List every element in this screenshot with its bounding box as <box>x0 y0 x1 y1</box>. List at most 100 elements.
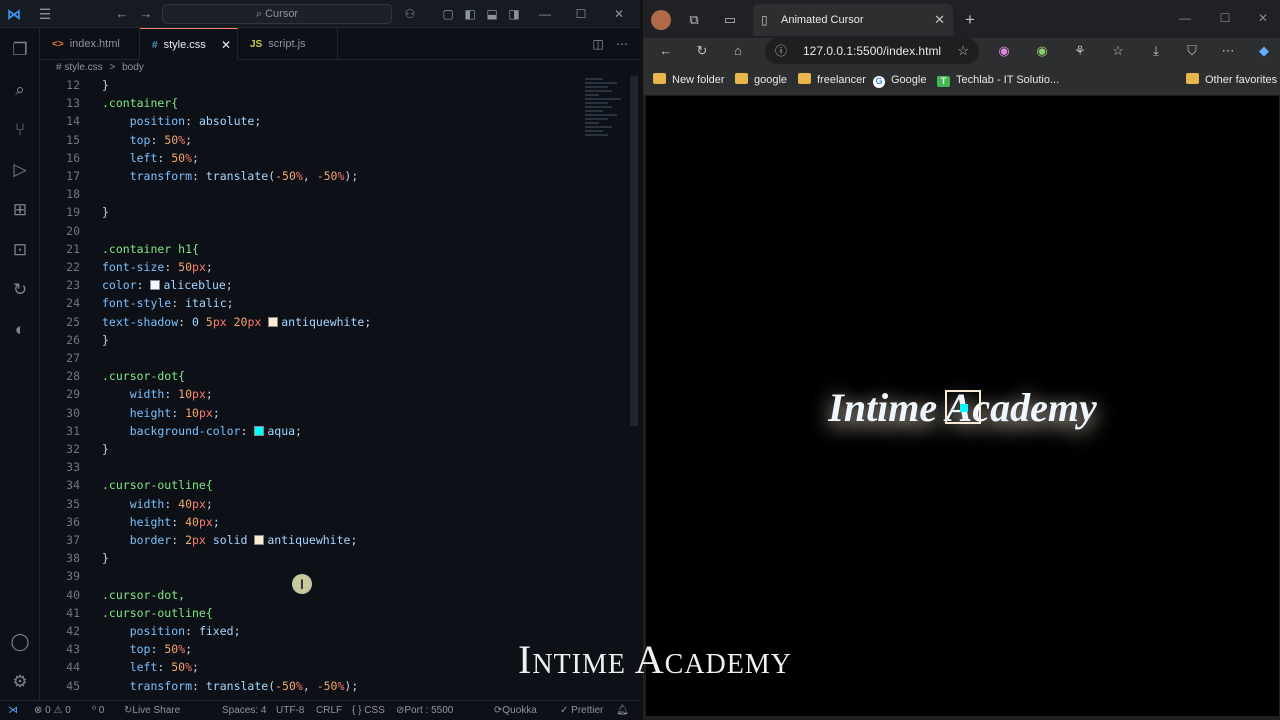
code-line[interactable]: 34 .cursor-outline{ <box>40 476 580 494</box>
account-icon[interactable]: ◯ <box>8 630 32 654</box>
back-arrow-icon[interactable]: ← <box>113 5 131 23</box>
search-icon[interactable]: ⌕ <box>8 78 32 102</box>
live-share-icon[interactable]: ↻ <box>8 278 32 302</box>
code-line[interactable]: 31 background-color: aqua; <box>40 422 580 440</box>
code-line[interactable]: 38} <box>40 549 580 567</box>
settings-gear-icon[interactable]: ⚙ <box>8 670 32 694</box>
bookmark-other-favorites[interactable]: Other favorites <box>1186 66 1277 94</box>
close-tab-icon[interactable]: ✕ <box>934 4 945 36</box>
browser-essentials-icon[interactable]: ⛉ <box>1183 42 1201 60</box>
run-debug-icon[interactable]: ▷ <box>8 158 32 182</box>
encoding-status[interactable]: UTF-8 <box>276 701 304 720</box>
toggle-panel-icon[interactable]: ⬓ <box>484 6 500 22</box>
color-swatch[interactable] <box>150 280 161 291</box>
code-line[interactable]: 16 left: 50%; <box>40 149 580 167</box>
tab-actions-icon[interactable]: ▭ <box>721 11 739 29</box>
edge-devtools-icon[interactable]: ◐ <box>8 318 32 342</box>
quokka-status[interactable]: ⟳ Quokka <box>494 701 537 720</box>
code-line[interactable]: 19} <box>40 203 580 221</box>
remote-explorer-icon[interactable]: ⊡ <box>8 238 32 262</box>
tab-style-css[interactable]: # style.css ✕ <box>140 28 238 60</box>
bookmark-freelancer[interactable]: freelancer <box>798 66 866 94</box>
code-line[interactable]: 23 color: aliceblue; <box>40 276 580 294</box>
code-line[interactable]: 35 width: 40px; <box>40 495 580 513</box>
tab-script-js[interactable]: JS script.js <box>238 28 338 60</box>
browser-tab-active[interactable]: ▯ Animated Cursor ✕ <box>753 4 953 36</box>
refresh-icon[interactable]: ↻ <box>693 42 711 60</box>
breadcrumb-file[interactable]: # style.css <box>56 62 103 73</box>
command-search-input[interactable]: ⌕ Cursor <box>162 4 392 24</box>
close-window-icon[interactable]: ✕ <box>1251 8 1275 28</box>
code-line[interactable]: 25 text-shadow: 0 5px 20px antiquewhite; <box>40 313 580 331</box>
code-line[interactable]: 36 height: 40px; <box>40 513 580 531</box>
profile-avatar[interactable] <box>651 10 671 30</box>
extensions-icon[interactable]: ⊞ <box>8 198 32 222</box>
prettier-status[interactable]: ✓ Prettier <box>560 701 603 720</box>
menu-icon[interactable]: ☰ <box>36 5 54 23</box>
bookmark-google[interactable]: G Google <box>873 66 926 94</box>
breadcrumb-node[interactable]: body <box>122 62 144 73</box>
extension-badge-icon[interactable]: ◉ <box>995 42 1013 60</box>
minimize-icon[interactable]: — <box>532 4 558 24</box>
code-line[interactable]: 12} <box>40 76 580 94</box>
code-line[interactable]: 42 position: fixed; <box>40 622 580 640</box>
code-line[interactable]: 21 .container h1{ <box>40 240 580 258</box>
indentation-status[interactable]: Spaces: 4 <box>222 701 266 720</box>
code-line[interactable]: 33 <box>40 458 580 476</box>
code-line[interactable]: 37 border: 2px solid antiquewhite; <box>40 531 580 549</box>
editor-scrollbar[interactable] <box>630 76 638 426</box>
extension-badge-icon[interactable]: ◉ <box>1033 42 1051 60</box>
language-status[interactable]: { } CSS <box>352 701 385 720</box>
explorer-icon[interactable]: ❐ <box>8 38 32 62</box>
code-editor[interactable]: 12} 13 .container{14 position: absolute; 15… <box>40 76 630 700</box>
problems-status[interactable]: ⊗ 0 ⚠ 0 <box>34 701 71 720</box>
favorite-star-icon[interactable]: ☆ <box>957 38 969 64</box>
layout-icon[interactable]: ▢ <box>440 6 456 22</box>
code-line[interactable]: 43 top: 50%; <box>40 640 580 658</box>
color-swatch[interactable] <box>254 535 265 545</box>
close-window-icon[interactable]: ✕ <box>606 4 632 24</box>
code-line[interactable]: 41 .cursor-outline{ <box>40 604 580 622</box>
ports-status[interactable]: ⁰ 0 <box>92 701 104 720</box>
code-line[interactable]: 15 top: 50%; <box>40 131 580 149</box>
downloads-icon[interactable]: ⤓ <box>1147 42 1165 60</box>
eol-status[interactable]: CRLF <box>316 701 342 720</box>
bookmark-techlab[interactable]: T Techlab - IT Solutio... <box>937 66 1059 94</box>
forward-arrow-icon[interactable]: → <box>137 5 155 23</box>
copilot-icon[interactable]: ◆ <box>1255 42 1273 60</box>
live-server-status[interactable]: ⊘ Port : 5500 <box>396 701 453 720</box>
code-line[interactable]: 27 <box>40 349 580 367</box>
workspaces-icon[interactable]: ⧉ <box>685 11 703 29</box>
code-line[interactable]: 17 transform: translate(-50%, -50%); <box>40 167 580 185</box>
close-tab-icon[interactable]: ✕ <box>221 29 231 61</box>
code-line[interactable]: 13 .container{ <box>40 94 580 112</box>
code-line[interactable]: 24 font-style: italic; <box>40 294 580 312</box>
color-swatch[interactable] <box>268 316 279 327</box>
copilot-icon[interactable]: ⚇ <box>402 6 418 22</box>
source-control-icon[interactable]: ⑂ <box>8 118 32 142</box>
home-icon[interactable]: ⌂ <box>729 42 747 60</box>
favorites-icon[interactable]: ☆ <box>1109 42 1127 60</box>
code-line[interactable]: 29 width: 10px; <box>40 385 580 403</box>
address-bar[interactable]: ⓘ 127.0.0.1:5500/index.html ☆ <box>765 38 979 64</box>
notifications-bell-icon[interactable]: 🔔︎ <box>616 701 629 720</box>
split-editor-icon[interactable]: ◫ <box>590 36 606 52</box>
minimize-icon[interactable]: — <box>1173 8 1197 28</box>
code-line[interactable]: 44 left: 50%; <box>40 658 580 676</box>
code-line[interactable]: 26} <box>40 331 580 349</box>
code-line[interactable]: 18 <box>40 185 580 203</box>
tab-index-html[interactable]: <> index.html <box>40 28 140 60</box>
code-line[interactable]: 22 font-size: 50px; <box>40 258 580 276</box>
bookmark-new-folder[interactable]: New folder <box>653 66 725 94</box>
remote-icon[interactable]: ⋊ <box>8 701 18 720</box>
bookmark-google-folder[interactable]: google <box>735 66 787 94</box>
code-line[interactable]: 14 position: absolute; <box>40 112 580 130</box>
web-page[interactable]: Intime Academy <box>646 96 1279 716</box>
live-share-status[interactable]: ↻ Live Share <box>124 701 180 720</box>
code-line[interactable]: 45 transform: translate(-50%, -50%); <box>40 677 580 695</box>
code-line[interactable]: 28 .cursor-dot{ <box>40 367 580 385</box>
code-line[interactable]: 32} <box>40 440 580 458</box>
settings-more-icon[interactable]: ⋯ <box>1219 42 1237 60</box>
new-tab-icon[interactable]: + <box>961 11 979 29</box>
color-swatch[interactable] <box>254 425 265 436</box>
